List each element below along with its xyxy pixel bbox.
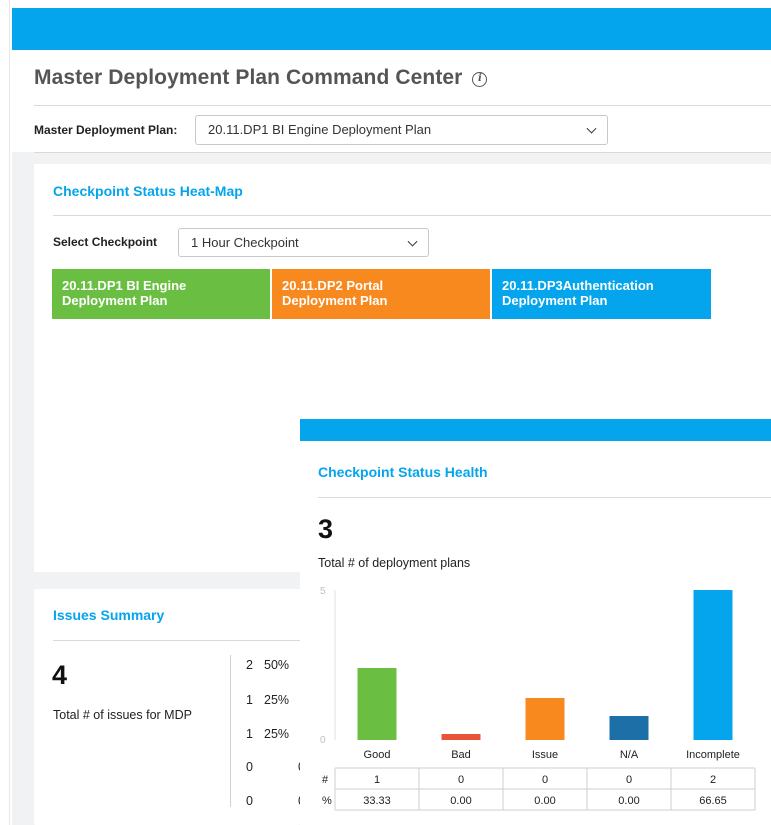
y-tick-label: 0 <box>320 735 326 746</box>
top-bar <box>12 8 771 50</box>
page: Master Deployment Plan Command Center i … <box>0 0 771 825</box>
chart-bar-bad <box>441 734 481 740</box>
table-row-label: % <box>322 795 332 807</box>
issues-total: 4 <box>52 660 68 690</box>
health-panel-header-bar[interactable] <box>300 419 771 441</box>
tile-label-line2: Deployment Plan <box>62 293 168 308</box>
left-strip <box>0 0 10 825</box>
tile-label-line2: Deployment Plan <box>282 293 388 308</box>
chart-bar-na <box>609 716 649 740</box>
table-count-cell: 0 <box>626 774 632 786</box>
y-tick-label: 5 <box>320 586 326 597</box>
x-tick-label: Incomplete <box>686 749 740 761</box>
mdp-label: Master Deployment Plan: <box>34 123 178 137</box>
tile-label-line1: 20.11.DP1 BI Engine <box>62 278 187 293</box>
divider <box>53 215 771 216</box>
mdp-select-value: 20.11.DP1 BI Engine Deployment Plan <box>208 122 432 137</box>
heatmap-tile-dp1[interactable]: 20.11.DP1 BI Engine Deployment Plan <box>52 269 270 319</box>
issues-title: Issues Summary <box>53 607 165 623</box>
page-title: Master Deployment Plan Command Center i <box>34 66 488 90</box>
table-count-cell: 2 <box>710 774 716 786</box>
chevron-down-icon <box>407 236 418 247</box>
x-tick-label: Bad <box>451 749 471 761</box>
issue-count: 2 <box>246 658 253 672</box>
health-title: Checkpoint Status Health <box>318 464 488 480</box>
issue-row: 1 25% <box>246 693 300 707</box>
issue-count: 0 <box>246 794 253 808</box>
health-subtitle: Total # of deployment plans <box>318 556 471 570</box>
checkpoint-select[interactable]: 1 Hour Checkpoint <box>178 228 429 257</box>
heatmap-title: Checkpoint Status Heat-Map <box>53 183 243 199</box>
issue-count: 1 <box>246 727 253 741</box>
chart-bar-incomplete <box>693 590 733 740</box>
issue-row: 1 25% <box>246 727 300 741</box>
issue-row: 2 50% <box>246 658 300 672</box>
tile-label-line2: Deployment Plan <box>502 293 608 308</box>
issue-count: 1 <box>246 693 253 707</box>
issues-card <box>34 589 300 825</box>
chevron-down-icon <box>586 123 597 134</box>
x-tick-label: Issue <box>532 749 558 761</box>
chart-bar-good <box>357 668 397 740</box>
divider <box>53 640 300 641</box>
divider <box>318 497 771 498</box>
divider <box>230 655 231 807</box>
tile-label-line1: 20.11.DP2 Portal <box>282 278 384 293</box>
divider <box>34 152 771 153</box>
heatmap-tile-dp2[interactable]: 20.11.DP2 Portal Deployment Plan <box>272 269 490 319</box>
divider <box>34 105 771 106</box>
info-circle-icon[interactable]: i <box>472 72 488 87</box>
health-total: 3 <box>318 514 334 544</box>
issue-percent: 25% <box>264 727 290 741</box>
health-bar-chart: 5 0 Good Bad Issue N/A Incomplete #% 1 33.33 0 0.00… <box>320 586 756 811</box>
chart-bar-issue <box>525 698 565 740</box>
table-percent-cell: 0.00 <box>534 795 555 807</box>
issue-percent: 50% <box>264 658 290 672</box>
table-percent-cell: 0.00 <box>618 795 639 807</box>
heatmap-tile-dp3[interactable]: 20.11.DP3Authentication Deployment Plan <box>492 269 711 319</box>
table-count-cell: 0 <box>542 774 548 786</box>
table-row-label: # <box>322 774 329 786</box>
checkpoint-label: Select Checkpoint <box>53 235 158 249</box>
mdp-select[interactable]: 20.11.DP1 BI Engine Deployment Plan <box>195 115 608 145</box>
issue-row: 0 0 <box>246 760 300 774</box>
tile-label-line1: 20.11.DP3Authentication <box>502 278 654 293</box>
table-percent-cell: 0.00 <box>450 795 471 807</box>
issue-row: 0 0 <box>246 794 300 808</box>
checkpoint-select-value: 1 Hour Checkpoint <box>191 235 299 250</box>
issue-percent: 25% <box>264 693 290 707</box>
table-percent-cell: 33.33 <box>363 795 391 807</box>
page-title-text: Master Deployment Plan Command Center <box>34 66 463 89</box>
x-tick-label: N/A <box>620 749 639 761</box>
issues-subtitle: Total # of issues for MDP <box>53 708 192 722</box>
x-tick-label: Good <box>364 749 391 761</box>
table-count-cell: 1 <box>374 774 380 786</box>
table-count-cell: 0 <box>458 774 464 786</box>
issue-count: 0 <box>246 760 253 774</box>
table-percent-cell: 66.65 <box>699 795 727 807</box>
